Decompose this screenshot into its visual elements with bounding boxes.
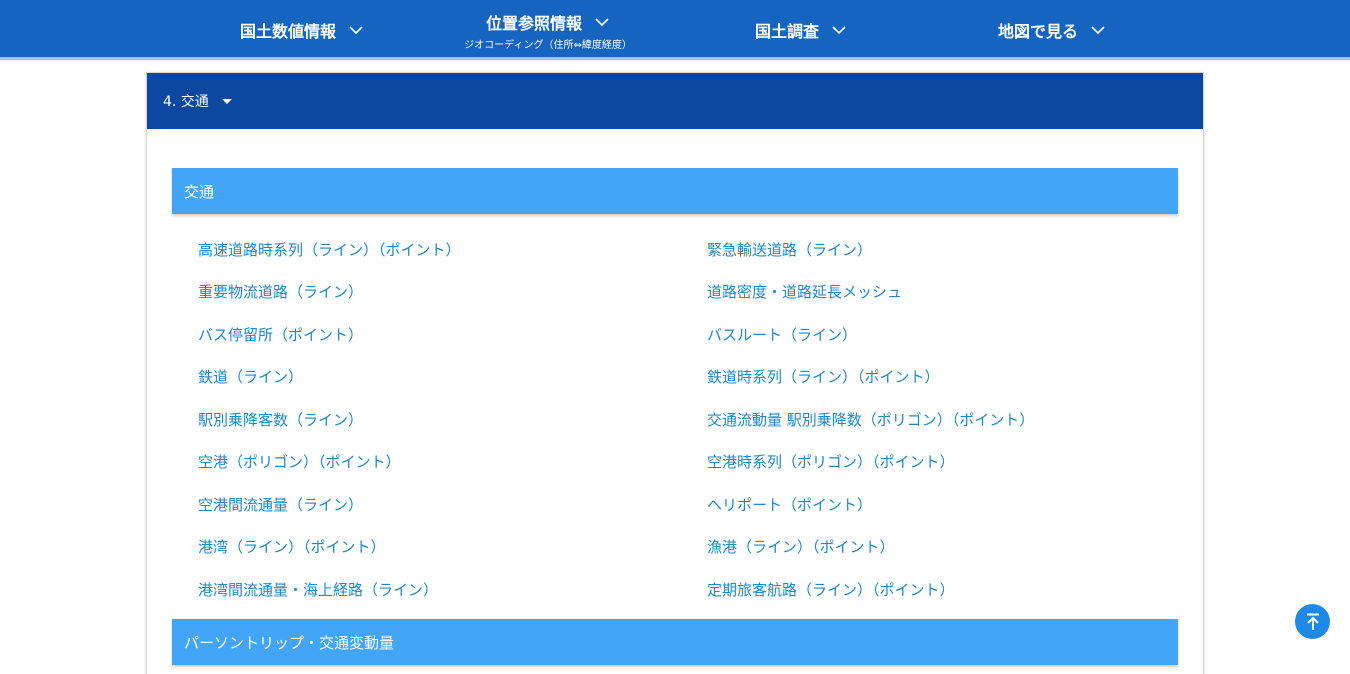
dataset-link[interactable]: 空港間流通量（ライン）	[198, 494, 707, 515]
nav-item-chizu[interactable]: 地図で見る	[998, 0, 1106, 60]
list-item: 駅別乗降客数（ライン） 交通流動量 駅別乗降数（ポリゴン）（ポイント）	[198, 398, 1178, 441]
list-item: 高速道路時系列（ライン）（ポイント） 緊急輸送道路（ライン）	[198, 228, 1178, 271]
dataset-link[interactable]: 空港（ポリゴン）（ポイント）	[198, 451, 707, 472]
dataset-link[interactable]: 駅別乗降客数（ライン）	[198, 409, 707, 430]
caret-down-icon	[221, 97, 233, 105]
dataset-link[interactable]: バス停留所（ポイント）	[198, 324, 707, 345]
list-item: 鉄道（ライン） 鉄道時系列（ライン）（ポイント）	[198, 356, 1178, 399]
dataset-link[interactable]: 高速道路時系列（ライン）（ポイント）	[198, 239, 707, 260]
dataset-link[interactable]: 鉄道時系列（ライン）（ポイント）	[707, 366, 1167, 387]
scroll-to-top-button[interactable]	[1295, 604, 1330, 639]
list-item: バス停留所（ポイント） バスルート（ライン）	[198, 313, 1178, 356]
dataset-link[interactable]: 緊急輸送道路（ライン）	[707, 239, 1167, 260]
list-item: 港湾間流通量・海上経路（ライン） 定期旅客航路（ライン）（ポイント）	[198, 568, 1178, 611]
dataset-link[interactable]: 交通流動量 駅別乗降数（ポリゴン）（ポイント）	[707, 409, 1167, 430]
dataset-link[interactable]: バスルート（ライン）	[707, 324, 1167, 345]
nav-item-label: 地図で見る	[998, 22, 1079, 41]
nav-item-label: 国土調査	[755, 22, 820, 41]
dataset-link[interactable]: 重要物流道路（ライン）	[198, 281, 707, 302]
list-item: 重要物流道路（ライン） 道路密度・道路延長メッシュ	[198, 271, 1178, 314]
chevron-down-icon	[348, 22, 364, 38]
dataset-link[interactable]: 定期旅客航路（ライン）（ポイント）	[707, 579, 1167, 600]
chevron-down-icon	[831, 22, 847, 38]
section-header-koutsu[interactable]: 交通	[172, 168, 1178, 214]
category-card: 4. 交通 交通 高速道路時系列（ライン）（ポイント） 緊急輸送道路（ライン） …	[146, 72, 1204, 674]
list-item: 港湾（ライン）（ポイント） 漁港（ライン）（ポイント）	[198, 526, 1178, 569]
dataset-link[interactable]: ヘリポート（ポイント）	[707, 494, 1167, 515]
section-title: 交通	[184, 182, 215, 201]
category-title: 4. 交通	[163, 94, 209, 110]
chevron-down-icon	[1090, 22, 1106, 38]
dataset-link[interactable]: 鉄道（ライン）	[198, 366, 707, 387]
dataset-link-list: 高速道路時系列（ライン）（ポイント） 緊急輸送道路（ライン） 重要物流道路（ライ…	[198, 228, 1178, 611]
section-title: パーソントリップ・交通変動量	[184, 633, 395, 652]
nav-item-label: 国土数値情報	[240, 22, 337, 41]
category-header[interactable]: 4. 交通	[147, 73, 1203, 129]
chevron-down-icon	[594, 14, 610, 30]
dataset-link[interactable]: 港湾（ライン）（ポイント）	[198, 536, 707, 557]
dataset-link[interactable]: 空港時系列（ポリゴン）（ポイント）	[707, 451, 1167, 472]
nav-item-ichi-sansho[interactable]: 位置参照情報 ジオコーディング（住所⇔緯度経度）	[458, 0, 638, 60]
nav-item-sublabel: ジオコーディング（住所⇔緯度経度）	[464, 39, 632, 51]
dataset-link[interactable]: 漁港（ライン）（ポイント）	[707, 536, 1167, 557]
nav-item-kokudo-suuchi[interactable]: 国土数値情報	[240, 0, 364, 60]
nav-item-kokudo-chousa[interactable]: 国土調査	[755, 0, 847, 60]
arrow-up-to-line-icon	[1305, 613, 1321, 631]
dataset-link[interactable]: 道路密度・道路延長メッシュ	[707, 281, 1167, 302]
list-item: 空港（ポリゴン）（ポイント） 空港時系列（ポリゴン）（ポイント）	[198, 441, 1178, 484]
dataset-link[interactable]: 港湾間流通量・海上経路（ライン）	[198, 579, 707, 600]
nav-item-label: 位置参照情報	[485, 13, 582, 33]
top-navigation: 国土数値情報 位置参照情報 ジオコーディング（住所⇔緯度経度） 国土調査 地図で…	[0, 0, 1350, 60]
section-header-person-trip[interactable]: パーソントリップ・交通変動量	[172, 619, 1178, 665]
list-item: 空港間流通量（ライン） ヘリポート（ポイント）	[198, 483, 1178, 526]
